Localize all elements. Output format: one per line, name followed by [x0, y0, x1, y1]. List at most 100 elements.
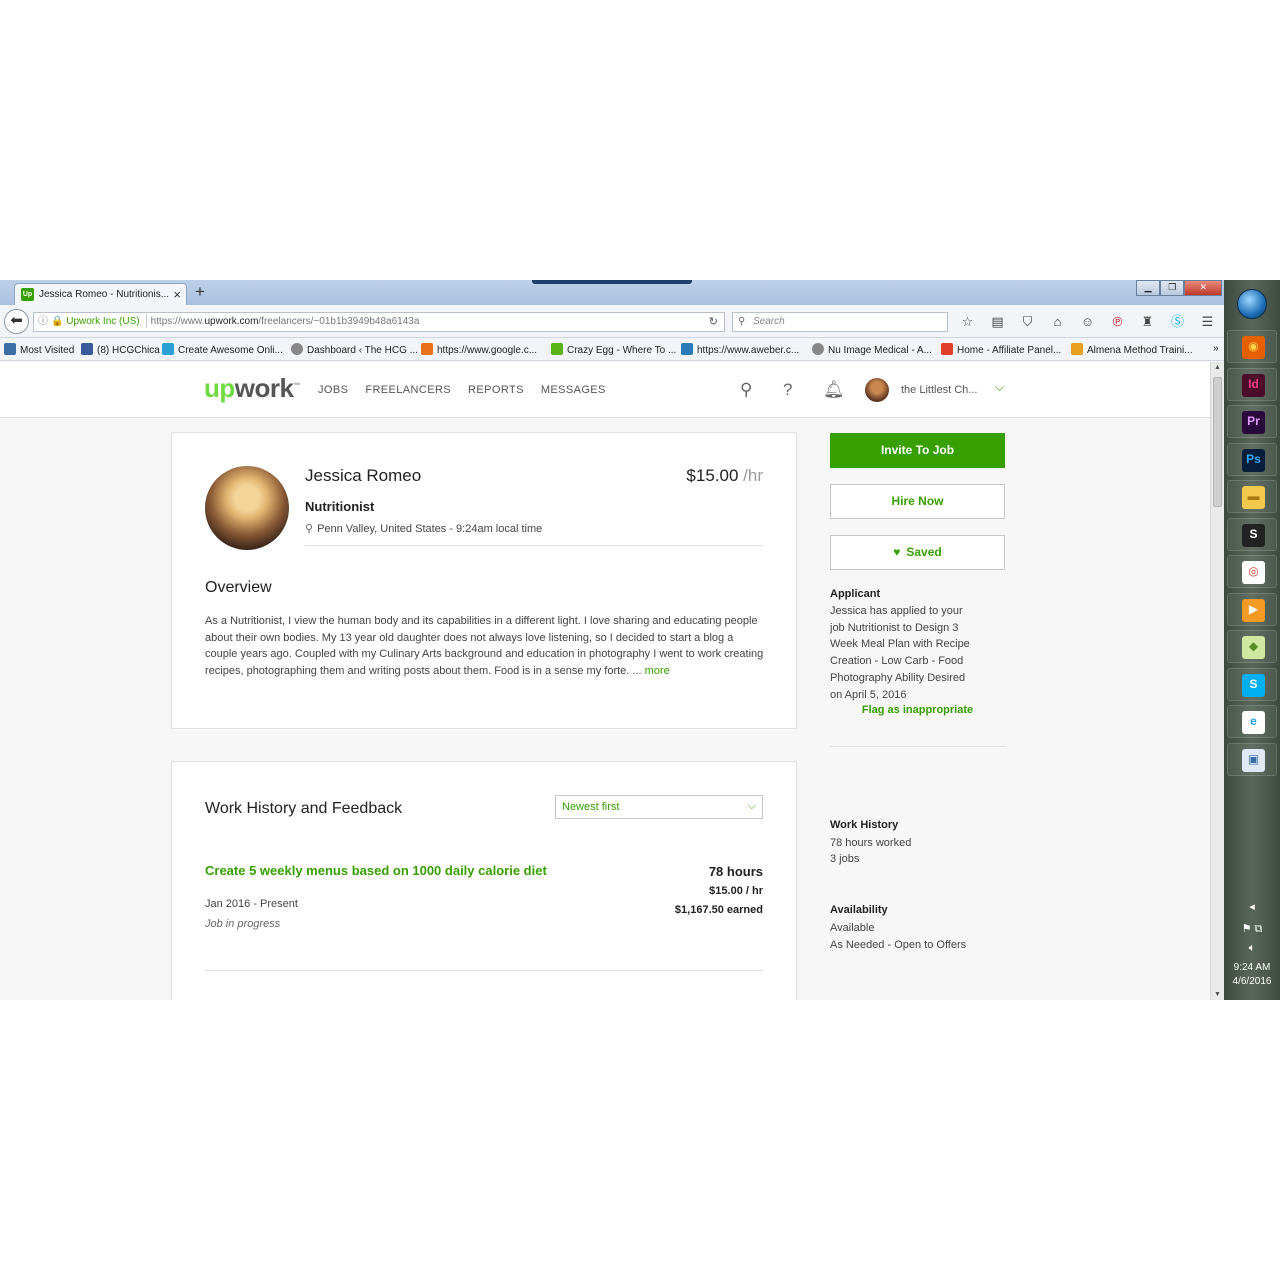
site-identity[interactable]: Upwork Inc (US) — [66, 316, 139, 327]
globe-icon — [812, 343, 824, 355]
menu-icon[interactable]: ☰ — [1196, 313, 1219, 331]
upwork-logo[interactable]: upwork™ — [204, 373, 300, 404]
window-controls: ▁ ❐ ✕ — [1136, 280, 1222, 296]
availability-detail: As Needed - Open to Offers — [830, 939, 967, 951]
bookmark-item[interactable]: https://www.aweber.c... — [681, 343, 799, 356]
magento-icon — [941, 343, 953, 355]
taskbar-media-button[interactable]: ▶ — [1227, 592, 1277, 626]
taskbar-folder-button[interactable]: ▬ — [1227, 480, 1277, 513]
taskbar-scrivener-button[interactable]: S — [1227, 517, 1277, 551]
scroll-up-icon[interactable]: ▲ — [1214, 364, 1221, 371]
availability-status: Available — [830, 922, 875, 934]
page-scrollbar[interactable]: ▲ ▼ — [1210, 362, 1224, 1000]
nav-messages[interactable]: MESSAGES — [541, 384, 606, 396]
site-header: upwork™ JOBS FREELANCERS REPORTS MESSAGE… — [0, 362, 1210, 418]
info-icon[interactable]: ⓘ — [38, 316, 48, 327]
scroll-down-icon[interactable]: ▼ — [1214, 991, 1221, 998]
freelancer-name: Jessica Romeo — [305, 466, 422, 485]
search-icon: ⚲ — [738, 316, 746, 327]
address-bar[interactable]: ⓘ 🔒 Upwork Inc (US) https://www.upwork.com… — [33, 312, 725, 332]
globe-icon — [291, 343, 303, 355]
search-icon[interactable]: ⚲ — [740, 380, 752, 400]
bookmark-item[interactable]: Most Visited — [4, 343, 74, 356]
bookmark-item[interactable]: Dashboard ‹ The HCG ... — [291, 343, 418, 356]
bookmarks-overflow-icon[interactable]: » — [1213, 343, 1219, 354]
new-tab-icon[interactable]: + — [195, 282, 205, 302]
chrome-icon: ◎ — [1242, 561, 1265, 584]
nav-jobs[interactable]: JOBS — [318, 384, 348, 396]
sort-select[interactable]: Newest first ⌵ — [555, 795, 763, 819]
user-avatar[interactable] — [865, 378, 889, 402]
location-pin-icon: ⚲ — [305, 523, 314, 535]
taskbar-photoshop-button[interactable]: Ps — [1227, 442, 1277, 476]
reload-icon[interactable]: ↻ — [709, 313, 718, 331]
overview-text: As a Nutritionist, I view the human body… — [205, 615, 764, 678]
taskbar-ie-button[interactable]: e — [1227, 705, 1277, 738]
premiere-icon: Pr — [1242, 411, 1265, 434]
bookmark-item[interactable]: Almena Method Traini... — [1071, 343, 1193, 356]
tray-arrow-icon[interactable]: ◂ — [1224, 900, 1280, 913]
taskbar-firefox-button[interactable]: ◉ — [1227, 330, 1277, 363]
skype-icon[interactable]: Ⓢ — [1166, 313, 1189, 331]
close-window-icon[interactable]: ✕ — [1184, 280, 1222, 296]
facebook-icon — [81, 343, 93, 355]
scroll-thumb[interactable] — [1213, 377, 1222, 507]
volume-icon[interactable]: 🔈︎ — [1224, 942, 1280, 955]
chevron-down-icon[interactable]: ⌵ — [995, 380, 1004, 395]
job-title-link[interactable]: Create 5 weekly menus based on 1000 dail… — [205, 864, 565, 878]
bell-icon[interactable]: 🔔︎ — [823, 380, 845, 400]
username[interactable]: the Littlest Ch... — [901, 384, 977, 396]
pocket-icon[interactable]: ⛉ — [1016, 313, 1039, 331]
hourly-rate: $15.00 /hr — [686, 466, 763, 485]
saved-button[interactable]: ♥ Saved — [830, 535, 1005, 570]
bookmark-item[interactable]: Nu Image Medical - A... — [812, 343, 932, 356]
jobs-count: 3 jobs — [830, 853, 860, 865]
clock-time[interactable]: 9:24 AM — [1224, 962, 1280, 973]
search-bar[interactable]: ⚲ Search — [732, 312, 948, 332]
bookmark-item[interactable]: https://www.google.c... — [421, 343, 537, 356]
reading-list-icon[interactable]: ▤ — [986, 313, 1009, 331]
taskbar-chrome-button[interactable]: ◎ — [1227, 555, 1277, 588]
hire-now-button[interactable]: Hire Now — [830, 484, 1005, 519]
taskbar-paint-button[interactable]: ▣ — [1227, 742, 1277, 776]
taskbar-skype-button[interactable]: S — [1227, 667, 1277, 701]
flag-inappropriate-link[interactable]: Flag as inappropriate — [830, 704, 1005, 716]
browser-tab[interactable]: Up Jessica Romeo - Nutritionis... × — [14, 283, 187, 305]
photoshop-icon: Ps — [1242, 448, 1265, 472]
bookmark-item[interactable]: Home - Affiliate Panel... — [941, 343, 1061, 356]
freelancer-title: Nutritionist — [305, 499, 375, 514]
bookmark-item[interactable]: Crazy Egg - Where To ... — [551, 343, 676, 356]
firefox-icon: ◉ — [1242, 336, 1265, 359]
nav-reports[interactable]: REPORTS — [468, 384, 524, 396]
taskbar-premiere-button[interactable]: Pr — [1227, 405, 1277, 438]
bookmark-item[interactable]: (8) HCGChica — [81, 343, 160, 356]
start-button[interactable] — [1237, 289, 1267, 319]
tray-flag-icon[interactable]: ⚑ ⧉ — [1224, 922, 1280, 936]
chart-icon — [421, 343, 433, 355]
maximize-icon[interactable]: ❐ — [1160, 280, 1185, 296]
more-link[interactable]: more — [645, 665, 670, 677]
sticky-icon: ◆ — [1242, 636, 1265, 659]
taskbar-indesign-button[interactable]: Id — [1227, 367, 1277, 401]
chat-icon[interactable]: ☺ — [1076, 313, 1099, 331]
bookmark-star-icon[interactable]: ☆ — [956, 313, 979, 331]
back-arrow-icon[interactable]: ⬅ — [4, 309, 29, 334]
upwork-page: upwork™ JOBS FREELANCERS REPORTS MESSAGE… — [0, 362, 1210, 1000]
home-icon[interactable]: ⌂ — [1046, 313, 1069, 331]
taskbar-sticky-button[interactable]: ◆ — [1227, 630, 1277, 663]
overview-heading: Overview — [205, 579, 272, 596]
bookmark-item[interactable]: Create Awesome Onli... — [162, 343, 283, 356]
star-icon — [1071, 343, 1083, 355]
screen: Up Jessica Romeo - Nutritionis... × + ▁ … — [0, 280, 1280, 1000]
clock-date[interactable]: 4/6/2016 — [1224, 976, 1280, 987]
nav-freelancers[interactable]: FREELANCERS — [365, 384, 451, 396]
work-history-card: Work History and Feedback Newest first ⌵ … — [171, 761, 797, 1000]
help-icon[interactable]: ? — [783, 380, 792, 400]
pinterest-icon[interactable]: ℗ — [1106, 313, 1129, 331]
minimize-icon[interactable]: ▁ — [1136, 280, 1161, 296]
extension-icon[interactable]: ♜ — [1136, 313, 1159, 331]
close-tab-icon[interactable]: × — [173, 287, 181, 302]
invite-to-job-button[interactable]: Invite To Job — [830, 433, 1005, 468]
folder-icon: ▬ — [1242, 486, 1265, 509]
job-status: Job in progress — [205, 918, 281, 930]
